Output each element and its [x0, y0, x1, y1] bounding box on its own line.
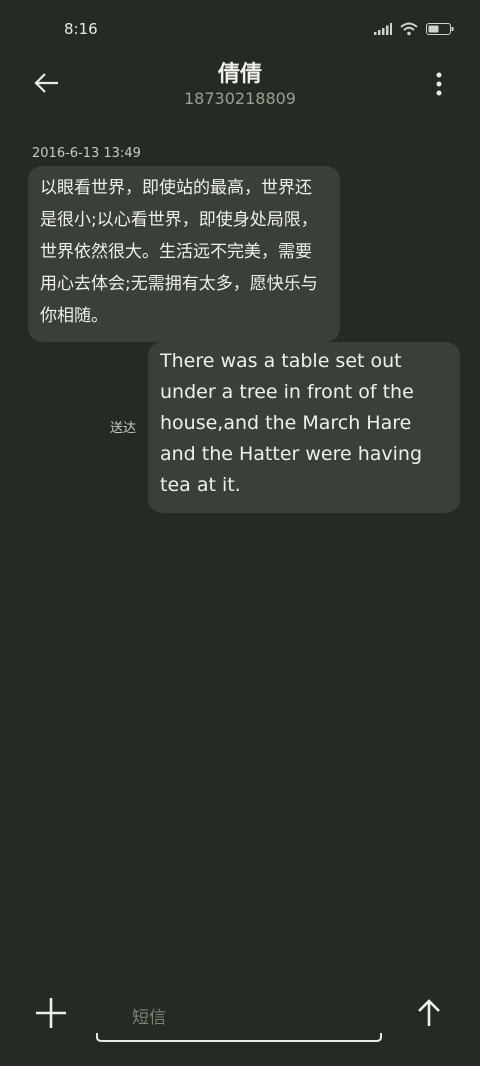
delivery-status: 送达 — [110, 421, 137, 436]
arrow-up-icon — [418, 999, 440, 1026]
signal-icon — [374, 23, 392, 35]
battery-icon — [426, 23, 454, 35]
contact-name: 倩倩 — [217, 62, 262, 87]
conversation-header: 倩倩 18730218809 — [0, 56, 480, 116]
status-bar: 8:16 — [0, 0, 480, 60]
add-attachment-button[interactable] — [34, 996, 68, 1030]
status-icons — [374, 22, 454, 36]
input-underline — [96, 1033, 382, 1042]
status-time: 8:16 — [64, 20, 98, 38]
wifi-icon — [400, 22, 418, 36]
send-button[interactable] — [414, 998, 444, 1028]
contact-phone-number: 18730218809 — [184, 89, 296, 108]
plus-icon — [36, 998, 66, 1028]
incoming-message-bubble[interactable]: 以眼看世界，即使站的最高，世界还是很小;以心看世界，即使身处局限，世界依然很大。… — [28, 166, 340, 342]
outgoing-message-bubble[interactable]: There was a table set out under a tree i… — [148, 342, 460, 513]
message-input-container — [96, 994, 382, 1042]
message-input[interactable] — [130, 1002, 354, 1034]
message-composer — [0, 990, 480, 1050]
message-timestamp: 2016-6-13 13:49 — [32, 146, 141, 161]
more-vertical-icon — [436, 72, 442, 96]
more-options-button[interactable] — [434, 70, 444, 98]
